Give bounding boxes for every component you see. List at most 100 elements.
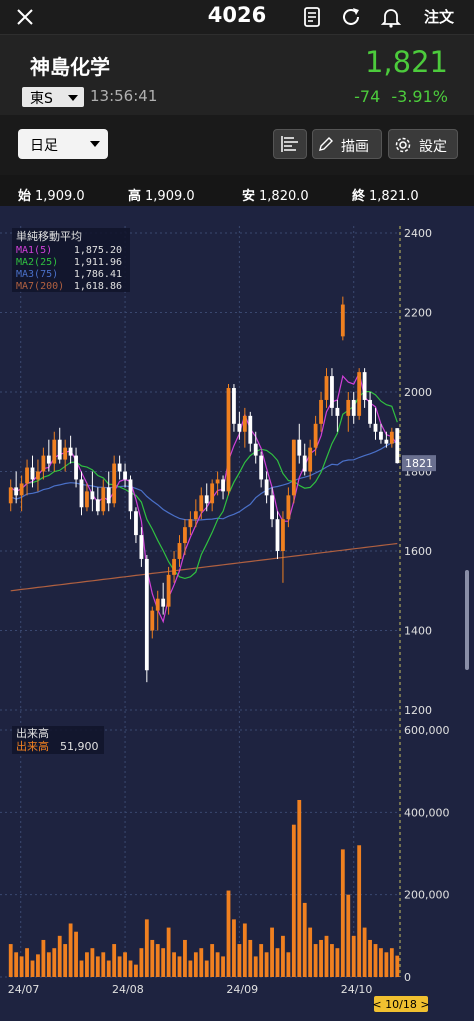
price-tick-label: 1600 [404, 545, 432, 558]
price-tick-label: 2200 [404, 307, 432, 320]
volume-bar [46, 952, 51, 977]
candle-down [117, 463, 122, 472]
volume-bar [90, 948, 95, 977]
ma-legend-label: MA3(75) [16, 269, 58, 280]
volume-bar [389, 948, 394, 977]
candle-down [237, 423, 242, 432]
candle-down [128, 479, 133, 512]
company-name: 神島化学 [30, 55, 110, 79]
order-button[interactable]: 注文 [424, 6, 454, 27]
period-select[interactable]: 日足 [18, 129, 108, 159]
volume-tick-label: 400,000 [404, 806, 450, 819]
candle-up [215, 479, 220, 484]
gear-icon [395, 137, 411, 153]
volume-bar [204, 960, 209, 977]
bell-icon[interactable] [379, 5, 403, 29]
candle-down [270, 495, 274, 520]
candle-up [286, 495, 291, 520]
candle-down [144, 558, 149, 671]
date-badge-label: < 10/18 > [372, 998, 429, 1011]
volume-bar [36, 954, 40, 977]
candle-down [57, 439, 62, 460]
x-tick-label: 24/09 [226, 983, 258, 996]
stock-chart[interactable]: 2400220020001800160014001200600,000400,0… [0, 206, 474, 1021]
draw-button[interactable]: 描画 [312, 129, 382, 159]
candle-down [30, 467, 35, 480]
candle-down [302, 455, 307, 472]
high-price: 高 1,909.0 [128, 189, 195, 204]
candle-up [172, 558, 176, 575]
volume-bar [155, 944, 160, 977]
candle-up [36, 471, 40, 480]
volume-bar [281, 935, 285, 977]
candle-down [368, 399, 372, 424]
price-tick-label: 2000 [404, 386, 432, 399]
settings-button[interactable]: 設定 [388, 129, 458, 159]
candle-up [210, 483, 215, 504]
candle-up [63, 447, 68, 460]
scrollbar[interactable] [465, 570, 469, 670]
candle-up [324, 376, 329, 400]
low-price: 安 1,820.0 [242, 189, 309, 204]
volume-bar [52, 948, 57, 977]
volume-bar [134, 964, 138, 977]
volume-bar [221, 956, 225, 977]
current-price: 1,821 [364, 45, 448, 79]
volume-bar [215, 952, 220, 977]
candle-down [297, 439, 302, 456]
chart-area[interactable]: 2400 2200 2000 1800 1600 1400 1200 600,000 400,0… [0, 206, 474, 1021]
exchange-select[interactable]: 東S [22, 87, 84, 107]
candle-down [79, 479, 84, 508]
volume-bar [368, 939, 372, 977]
chevron-down-icon [68, 95, 78, 101]
candle-up [193, 511, 198, 520]
ma-legend-value: 1,875.20 [74, 245, 122, 256]
volume-bar [68, 923, 73, 977]
volume-bar [297, 799, 302, 977]
volume-tick-label: 0 [404, 971, 411, 984]
candle-down [204, 495, 209, 504]
close-price: 終 1,821.0 [352, 189, 419, 204]
volume-bar [85, 952, 89, 977]
volume-bar [172, 952, 176, 977]
volume-bar [275, 948, 280, 977]
candle-up [52, 439, 57, 464]
ma-legend-value: 1,618.86 [74, 281, 122, 292]
candle-down [264, 479, 269, 496]
volume-bar [112, 944, 117, 977]
volume-bar [199, 948, 204, 977]
top-bar: 4026 注文 [0, 0, 474, 34]
candle-up [85, 491, 89, 508]
volume-bar [264, 952, 269, 977]
ma-legend-title: 単純移動平均 [16, 229, 82, 243]
volume-bar [166, 927, 171, 977]
volume-bar [8, 944, 13, 977]
x-tick-label: 24/07 [8, 983, 40, 996]
candle-up [177, 543, 182, 559]
volume-bar [351, 935, 356, 977]
draw-label: 描画 [341, 139, 369, 155]
candle-up [199, 495, 204, 512]
document-icon[interactable] [300, 5, 324, 29]
candle-down [330, 376, 334, 408]
refresh-icon[interactable] [339, 5, 363, 29]
candle-up [281, 519, 285, 551]
volume-bar [379, 948, 383, 977]
volume-bar [259, 944, 264, 977]
candle-up [346, 399, 351, 416]
volume-bar [74, 931, 78, 977]
candle-up [357, 372, 362, 416]
candle-down [46, 455, 51, 464]
candle-down [74, 455, 78, 480]
ma-legend-label: MA7(200) [16, 281, 64, 292]
indicator-list-button[interactable] [273, 129, 307, 159]
volume-bar [177, 956, 182, 977]
volume-bar [319, 939, 323, 977]
settings-label: 設定 [419, 139, 447, 155]
volume-bar [302, 902, 307, 977]
volume-bar [357, 845, 362, 977]
volume-tick-label: 600,000 [404, 724, 450, 737]
candle-down [248, 415, 253, 444]
candle-down [253, 443, 258, 456]
change-percent: -3.91% [391, 87, 448, 106]
